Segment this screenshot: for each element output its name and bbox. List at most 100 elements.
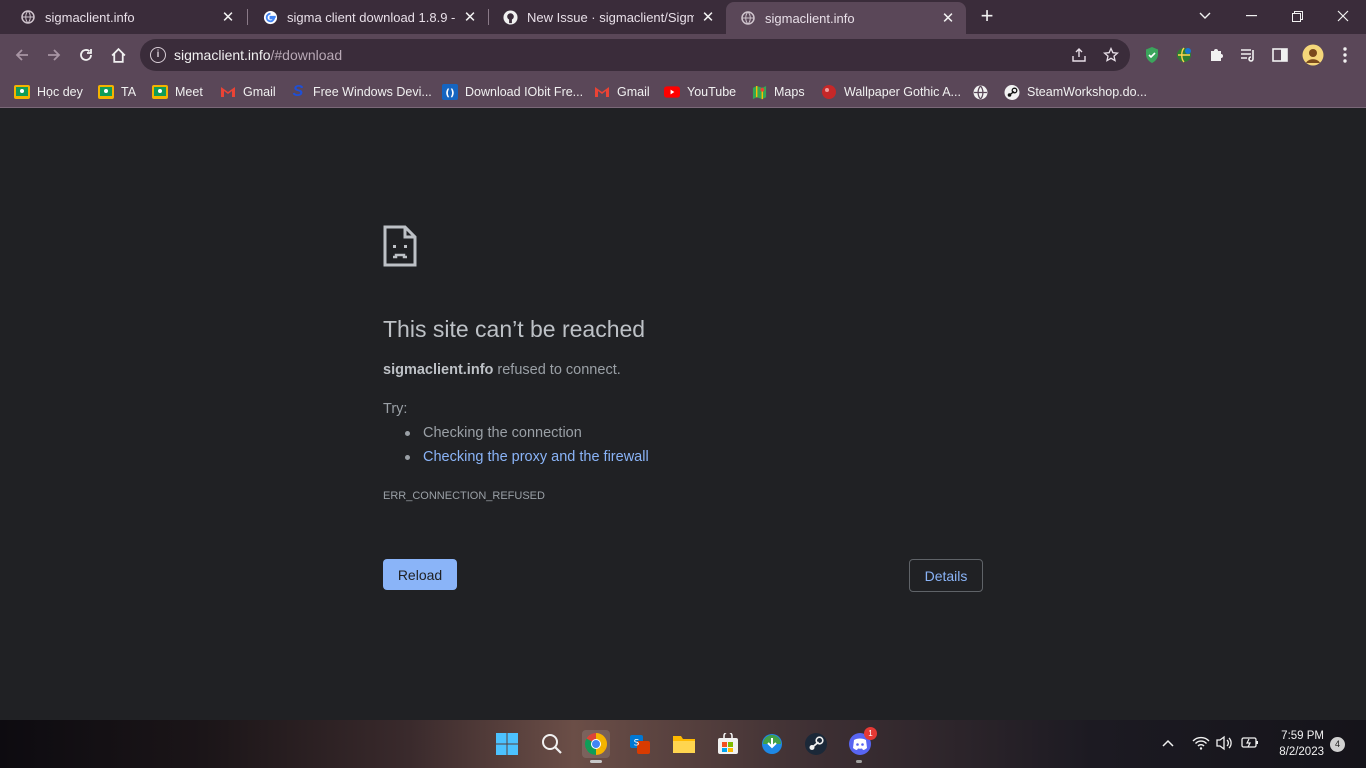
globe-extension-icon[interactable] bbox=[1175, 46, 1193, 64]
error-page: This site can’t be reached sigmaclient.i… bbox=[0, 108, 1366, 720]
close-icon[interactable]: ✕ bbox=[700, 9, 716, 26]
gmail-icon bbox=[594, 84, 610, 100]
bookmark-item[interactable]: TA bbox=[98, 82, 136, 102]
taskbar-ms-teams[interactable]: S bbox=[626, 730, 654, 758]
url-path: /#download bbox=[270, 47, 343, 63]
back-button[interactable] bbox=[10, 43, 34, 67]
s-logo-icon: S bbox=[292, 83, 304, 100]
taskbar-clock[interactable]: 7:59 PM 8/2/2023 bbox=[1268, 728, 1324, 760]
suggestion-item[interactable]: Checking the proxy and the firewall bbox=[405, 449, 649, 465]
close-window-button[interactable] bbox=[1320, 0, 1366, 32]
tab-1[interactable]: sigmaclient.info ✕ bbox=[6, 0, 246, 34]
classroom-icon bbox=[152, 84, 168, 100]
minimize-button[interactable] bbox=[1228, 0, 1274, 32]
bookmarks-bar: Học dey TA Meet Gmail S Free Windows Dev… bbox=[0, 76, 1366, 108]
bookmark-item[interactable]: Gmail bbox=[220, 82, 276, 102]
classroom-icon bbox=[98, 84, 114, 100]
bookmark-item[interactable]: Học dey bbox=[14, 82, 83, 102]
bookmark-item[interactable]: S Free Windows Devi... bbox=[290, 82, 432, 102]
shield-extension-icon[interactable] bbox=[1143, 46, 1161, 64]
address-bar[interactable]: i sigmaclient.info/#download bbox=[140, 39, 1130, 71]
youtube-icon bbox=[664, 84, 680, 100]
try-label: Try: bbox=[383, 401, 408, 417]
error-desc-suffix: refused to connect. bbox=[493, 362, 621, 378]
volume-icon[interactable] bbox=[1216, 735, 1234, 754]
reload-toolbar-button[interactable] bbox=[74, 43, 98, 67]
taskbar-discord[interactable]: 1 bbox=[846, 727, 877, 758]
iobit-icon: () bbox=[442, 84, 458, 100]
side-panel-icon[interactable] bbox=[1271, 46, 1289, 64]
bookmark-label: Maps bbox=[774, 85, 805, 99]
wifi-icon[interactable] bbox=[1192, 736, 1210, 753]
taskbar-file-explorer[interactable] bbox=[670, 730, 698, 758]
home-icon bbox=[110, 47, 126, 63]
close-icon bbox=[1337, 10, 1349, 22]
bookmark-item[interactable]: Maps bbox=[751, 82, 805, 102]
bookmark-item[interactable] bbox=[972, 82, 995, 102]
site-info-icon[interactable]: i bbox=[150, 47, 166, 63]
bookmark-label: Meet bbox=[175, 85, 203, 99]
tab-strip: sigmaclient.info ✕ sigma client download… bbox=[0, 0, 1366, 34]
start-button[interactable] bbox=[493, 730, 521, 758]
taskbar-store[interactable] bbox=[714, 730, 742, 758]
active-app-indicator bbox=[590, 760, 602, 763]
bookmark-label: Free Windows Devi... bbox=[313, 85, 432, 99]
chrome-icon bbox=[585, 733, 607, 755]
bookmark-item[interactable]: YouTube bbox=[664, 82, 736, 102]
suggestion-text: Checking the connection bbox=[423, 425, 582, 441]
details-button[interactable]: Details bbox=[909, 559, 983, 592]
more-menu-icon[interactable] bbox=[1336, 46, 1354, 64]
reload-icon bbox=[80, 49, 92, 61]
taskbar-chrome[interactable] bbox=[582, 730, 610, 758]
maps-icon bbox=[751, 84, 767, 100]
gmail-icon bbox=[220, 84, 236, 100]
bullet bbox=[405, 430, 410, 436]
url-host: sigmaclient.info bbox=[174, 47, 271, 63]
bookmark-item[interactable]: Meet bbox=[152, 82, 203, 102]
sad-document-icon bbox=[383, 225, 417, 267]
close-icon[interactable]: ✕ bbox=[940, 10, 956, 27]
taskbar-steam[interactable] bbox=[802, 730, 830, 758]
bookmark-item[interactable]: Gmail bbox=[594, 82, 650, 102]
new-tab-button[interactable]: + bbox=[976, 5, 998, 28]
taskbar-idm[interactable] bbox=[758, 730, 786, 758]
steam-icon bbox=[805, 733, 827, 755]
error-title: This site can’t be reached bbox=[383, 316, 646, 342]
globe-icon bbox=[20, 9, 36, 25]
notification-badge[interactable]: 4 bbox=[1330, 737, 1345, 752]
suggestion-link[interactable]: Checking the proxy and the firewall bbox=[423, 449, 649, 465]
tab-3[interactable]: New Issue · sigmaclient/SigmaCli ✕ bbox=[488, 0, 726, 34]
tab-4-active[interactable]: sigmaclient.info ✕ bbox=[726, 2, 966, 34]
tab-2[interactable]: sigma client download 1.8.9 - Go ✕ bbox=[248, 0, 488, 34]
download-manager-icon bbox=[762, 734, 782, 754]
folder-icon bbox=[673, 736, 695, 753]
globe-icon bbox=[740, 10, 756, 26]
reload-button[interactable]: Reload bbox=[383, 559, 457, 590]
reading-list-icon[interactable] bbox=[1239, 46, 1257, 64]
battery-icon[interactable] bbox=[1241, 736, 1259, 752]
bookmark-item[interactable]: () Download IObit Fre... bbox=[442, 82, 583, 102]
bookmark-item[interactable]: SteamWorkshop.do... bbox=[1004, 82, 1147, 102]
chevron-down-icon bbox=[1199, 12, 1211, 19]
windows-icon bbox=[496, 733, 518, 755]
arrow-left-icon bbox=[15, 49, 28, 61]
show-hidden-icons-button[interactable] bbox=[1162, 734, 1174, 750]
bookmark-item[interactable]: Wallpaper Gothic A... bbox=[821, 82, 961, 102]
search-button[interactable] bbox=[538, 730, 566, 758]
bookmark-label: TA bbox=[121, 85, 137, 99]
bookmark-star-icon[interactable] bbox=[1102, 46, 1120, 64]
arrow-right-icon bbox=[48, 49, 61, 61]
forward-button[interactable] bbox=[42, 43, 66, 67]
profile-avatar[interactable] bbox=[1302, 44, 1324, 66]
bookmark-label: Wallpaper Gothic A... bbox=[844, 85, 961, 99]
close-icon[interactable]: ✕ bbox=[462, 9, 478, 26]
discord-badge: 1 bbox=[864, 727, 877, 740]
puzzle-extensions-icon[interactable] bbox=[1207, 46, 1225, 64]
tab-search-button[interactable] bbox=[1182, 0, 1228, 32]
restore-button[interactable] bbox=[1274, 0, 1320, 32]
close-icon[interactable]: ✕ bbox=[220, 9, 236, 26]
bookmark-label: Học dey bbox=[37, 85, 83, 99]
wallpaper-icon bbox=[821, 84, 837, 100]
share-icon[interactable] bbox=[1070, 46, 1088, 64]
home-button[interactable] bbox=[106, 43, 130, 67]
